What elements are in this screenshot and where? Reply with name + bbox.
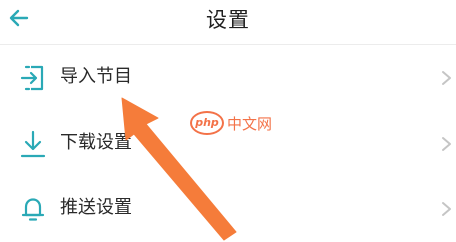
settings-item-label: 推送设置	[60, 197, 132, 218]
settings-item-label: 下载设置	[60, 132, 132, 153]
download-icon	[20, 130, 46, 158]
settings-screen: 设置 导入节目 下载设置 推送设置 php 中文网	[0, 0, 456, 242]
settings-item-push[interactable]: 推送设置	[0, 176, 456, 242]
settings-item-import[interactable]: 导入节目	[0, 45, 456, 111]
chevron-right-icon	[442, 202, 451, 216]
import-icon	[20, 65, 44, 91]
watermark-text: 中文网	[227, 114, 273, 133]
bell-icon	[21, 198, 45, 221]
chevron-right-icon	[442, 71, 451, 85]
chevron-right-icon	[442, 137, 451, 151]
watermark-logo: php	[190, 111, 224, 135]
watermark: php 中文网	[190, 108, 290, 138]
settings-item-label: 导入节目	[60, 66, 132, 87]
app-header: 设置	[0, 0, 456, 38]
page-title: 设置	[206, 8, 250, 32]
